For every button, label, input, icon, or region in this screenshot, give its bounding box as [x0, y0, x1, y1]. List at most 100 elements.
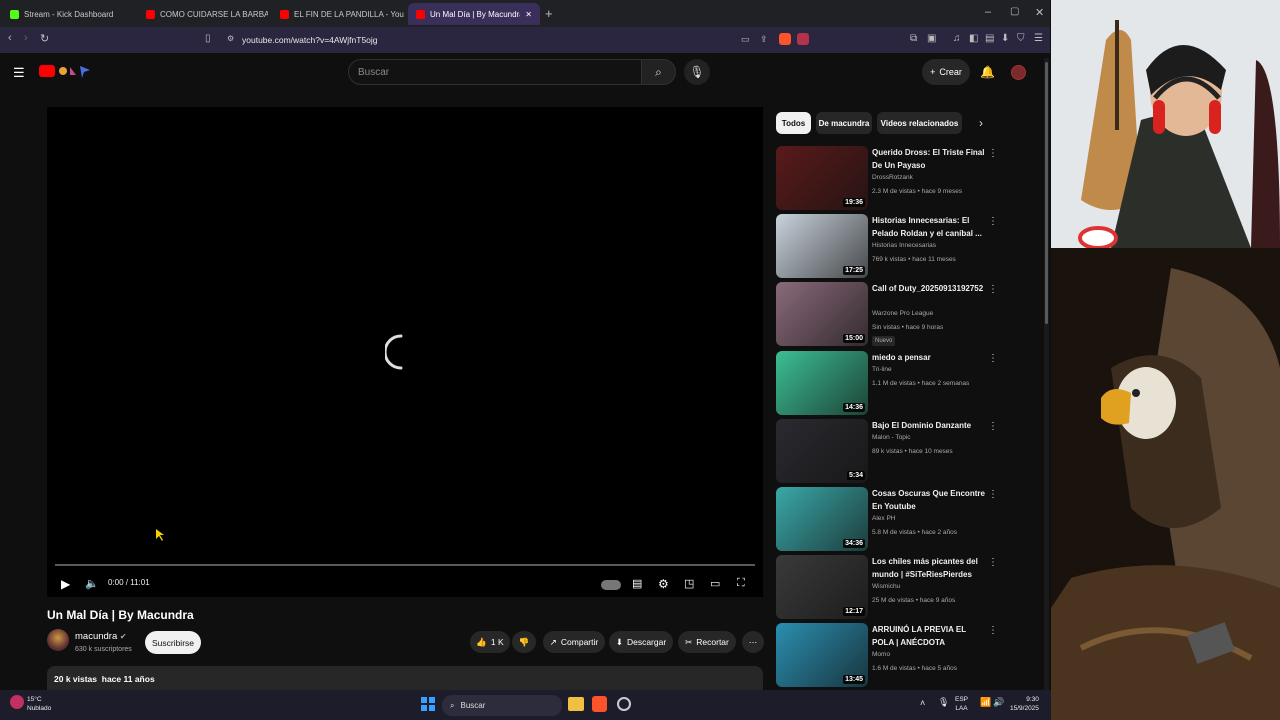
- recommendation-card[interactable]: 14:36 miedo a pensar Tri-line 1.1 M de vist…: [776, 350, 1006, 415]
- microphone-tray-icon[interactable]: 🎙: [938, 698, 949, 707]
- close-window-button[interactable]: ✕: [1035, 6, 1044, 19]
- recommendation-title[interactable]: Call of Duty_20250913192752: [872, 282, 990, 295]
- wallet-icon[interactable]: ▣: [927, 33, 936, 44]
- recommendation-channel[interactable]: Warzone Pro League: [872, 310, 933, 317]
- recommendation-card[interactable]: 17:25 Historias Innecesarias: El Pelado R…: [776, 214, 1006, 279]
- recommendation-card[interactable]: 12:17 Los chiles más picantes del mundo |…: [776, 555, 1006, 620]
- minimize-button[interactable]: –: [985, 6, 991, 18]
- windows-start-icon[interactable]: [421, 697, 435, 711]
- search-input[interactable]: Buscar: [348, 59, 642, 85]
- video-thumbnail[interactable]: 19:36: [776, 146, 868, 210]
- url-field[interactable]: youtube.com/watch?v=4AWjfnT5ojg: [242, 35, 378, 45]
- recommendation-title[interactable]: ARRUINÓ LA PREVIA EL POLA | ANÉCDOTA: [872, 623, 990, 649]
- bookmark-icon[interactable]: ▯: [205, 33, 211, 44]
- chip-de-macundra[interactable]: De macundra: [816, 112, 872, 134]
- language-indicator[interactable]: ESP LAA: [955, 695, 968, 713]
- channel-avatar[interactable]: [47, 629, 69, 651]
- create-button[interactable]: + Crear: [922, 59, 970, 85]
- search-button[interactable]: ⌕: [641, 59, 676, 85]
- screen-icon[interactable]: ▭: [741, 34, 750, 45]
- back-icon[interactable]: ‹: [8, 32, 12, 44]
- like-button[interactable]: 👍 1 K: [470, 631, 510, 653]
- brave-shield-icon[interactable]: [779, 33, 791, 45]
- more-vertical-icon[interactable]: ⋮: [988, 284, 998, 295]
- subtitles-icon[interactable]: ▤: [632, 577, 642, 590]
- notifications-bell-icon[interactable]: 🔔: [980, 65, 995, 79]
- sidebar-icon[interactable]: ◧: [969, 33, 978, 44]
- recommendation-title[interactable]: Bajo El Dominio Danzante: [872, 419, 990, 432]
- recommendation-channel[interactable]: Historias Innecesarias: [872, 242, 936, 249]
- clip-button[interactable]: ✂ Recortar: [678, 631, 736, 653]
- more-vertical-icon[interactable]: ⋮: [988, 557, 998, 568]
- subscribe-button[interactable]: Suscribirse: [145, 631, 201, 654]
- recommendation-card[interactable]: 19:36 Querido Dross: El Triste Final De U…: [776, 146, 1006, 210]
- chip-videos-relacionados[interactable]: Videos relacionados: [877, 112, 962, 134]
- youtube-logo-icon[interactable]: [39, 65, 55, 77]
- recommendation-channel[interactable]: Malon - Topic: [872, 434, 911, 441]
- recommendation-channel[interactable]: Tri-line: [872, 366, 892, 373]
- recommendation-channel[interactable]: DrossRotzank: [872, 174, 913, 181]
- recommendation-title[interactable]: Querido Dross: El Triste Final De Un Pay…: [872, 146, 990, 172]
- scrollbar-thumb[interactable]: [1045, 62, 1048, 324]
- miniplayer-icon[interactable]: ◳: [684, 577, 694, 590]
- chip-todos[interactable]: Todos: [776, 112, 811, 134]
- recommendation-title[interactable]: Los chiles más picantes del mundo | #SiT…: [872, 555, 990, 581]
- recommendation-card[interactable]: 34:36 Cosas Oscuras Que Encontre En Youtu…: [776, 487, 1006, 551]
- recommendation-card[interactable]: 15:00 Call of Duty_20250913192752 Warzone …: [776, 282, 1006, 347]
- new-tab-button[interactable]: +: [545, 6, 553, 21]
- download-icon[interactable]: ⬇: [1001, 33, 1009, 44]
- video-thumbnail[interactable]: 12:17: [776, 555, 868, 620]
- avatar[interactable]: [1011, 65, 1026, 80]
- recommendation-title[interactable]: miedo a pensar: [872, 351, 990, 364]
- share-icon[interactable]: ⇪: [760, 34, 768, 45]
- forward-icon[interactable]: ›: [24, 32, 28, 44]
- recommendation-card[interactable]: 13:45 ARRUINÓ LA PREVIA EL POLA | ANÉCDOT…: [776, 623, 1006, 688]
- reload-icon[interactable]: ↻: [40, 32, 49, 45]
- tab-un-mal-dia[interactable]: Un Mal Día | By Macundra - You ✕: [408, 3, 540, 25]
- video-thumbnail[interactable]: 5:34: [776, 418, 868, 483]
- speaker-icon[interactable]: 🔊: [993, 698, 1004, 707]
- play-button[interactable]: ▶: [61, 577, 70, 591]
- video-thumbnail[interactable]: 13:45: [776, 623, 868, 688]
- maximize-button[interactable]: ▢: [1010, 6, 1019, 17]
- weather-widget[interactable]: 15°C Nublado: [27, 695, 51, 713]
- chevron-right-icon[interactable]: ›: [979, 116, 983, 130]
- recommendation-channel[interactable]: Alex PH: [872, 515, 895, 522]
- recommendation-channel[interactable]: Wismichu: [872, 583, 900, 590]
- tabs-icon[interactable]: ▤: [985, 33, 994, 44]
- more-vertical-icon[interactable]: ⋮: [988, 489, 998, 500]
- file-explorer-icon[interactable]: [568, 697, 584, 711]
- description-box[interactable]: 20 k vistas hace 11 años: [47, 666, 763, 690]
- theater-mode-icon[interactable]: ▭: [710, 577, 720, 590]
- rewards-icon[interactable]: [797, 33, 809, 45]
- tab-pandilla[interactable]: EL FIN DE LA PANDILLA - YouTube: [272, 3, 404, 25]
- app-icon[interactable]: [617, 697, 631, 711]
- autoplay-toggle[interactable]: [601, 580, 621, 590]
- video-thumbnail[interactable]: 17:25: [776, 214, 868, 279]
- more-vertical-icon[interactable]: ⋮: [988, 625, 998, 636]
- clock[interactable]: 9:30 15/9/2025: [1010, 695, 1039, 713]
- recommendation-channel[interactable]: Momo: [872, 651, 890, 658]
- youtube-doodle-icon[interactable]: [58, 64, 94, 78]
- more-vertical-icon[interactable]: ⋮: [988, 216, 998, 227]
- taskbar-search[interactable]: ⌕ Buscar: [442, 695, 562, 716]
- download-button[interactable]: ⬇ Descargar: [609, 631, 673, 653]
- wifi-icon[interactable]: 📶: [980, 698, 991, 707]
- close-tab-icon[interactable]: ✕: [525, 10, 532, 19]
- tab-barba[interactable]: COMO CUIDARSE LA BARBA - YouTu: [138, 3, 268, 25]
- recommendation-card[interactable]: 5:34 Bajo El Dominio Danzante Malon - Topi…: [776, 418, 1006, 483]
- video-thumbnail[interactable]: 14:36: [776, 350, 868, 415]
- recommendation-title[interactable]: Cosas Oscuras Que Encontre En Youtube: [872, 487, 990, 513]
- video-thumbnail[interactable]: 34:36: [776, 487, 868, 551]
- more-vertical-icon[interactable]: ⋮: [988, 421, 998, 432]
- tab-kick-dashboard[interactable]: Stream - Kick Dashboard: [2, 3, 134, 25]
- dislike-button[interactable]: 👎: [512, 631, 536, 653]
- extensions-icon[interactable]: ⧉: [910, 33, 917, 44]
- channel-name[interactable]: macundra ✔: [75, 631, 127, 642]
- voice-search-button[interactable]: 🎙: [684, 59, 710, 85]
- progress-bar[interactable]: [55, 564, 755, 566]
- menu-icon[interactable]: ☰: [1034, 33, 1043, 44]
- more-actions-button[interactable]: ⋯: [742, 631, 764, 653]
- vpn-icon[interactable]: ⛉: [1017, 33, 1025, 44]
- video-player[interactable]: ▶ 🔈 0:00 / 11:01 ▤ ⚙ ◳ ▭ ⛶: [47, 107, 763, 597]
